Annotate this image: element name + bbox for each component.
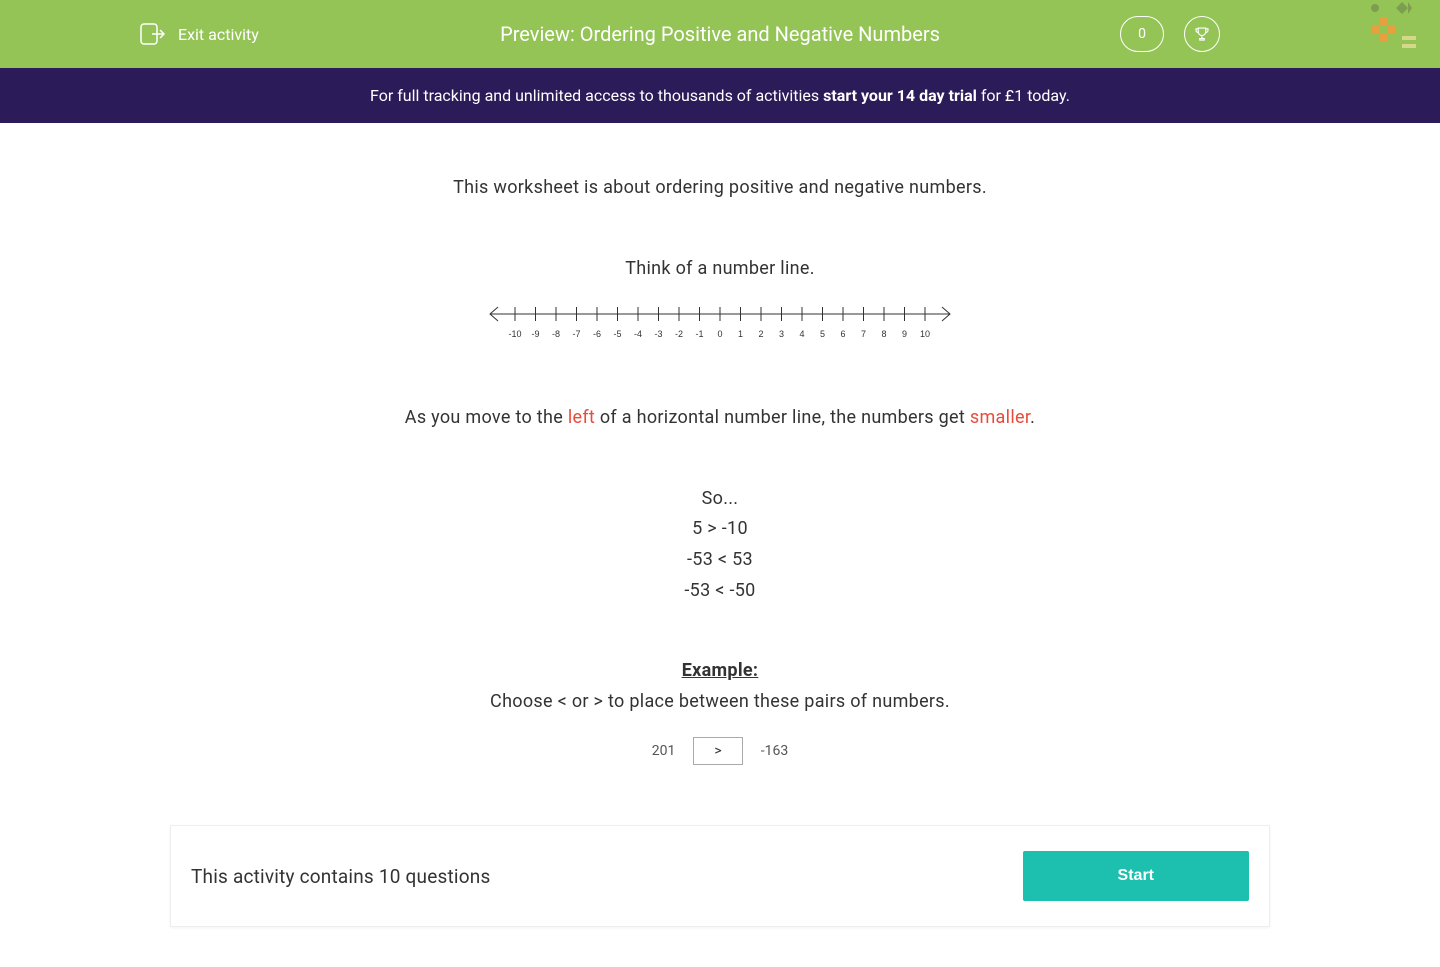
page-title: Preview: Ordering Positive and Negative … (500, 22, 940, 46)
example-2: -53 < 53 (240, 545, 1200, 576)
banner-bold: start your 14 day trial (823, 86, 977, 105)
exit-activity-button[interactable]: Exit activity (140, 23, 259, 45)
trophy-button[interactable] (1184, 16, 1220, 52)
think-text: Think of a number line. (240, 254, 1200, 285)
intro-text: This worksheet is about ordering positiv… (240, 173, 1200, 204)
example-3: -53 < -50 (240, 576, 1200, 607)
rule-middle: of a horizontal number line, the numbers… (595, 407, 970, 428)
svg-text:-5: -5 (613, 329, 621, 339)
exit-icon (140, 23, 166, 45)
comparison-right: -163 (761, 743, 788, 759)
main-content: This worksheet is about ordering positiv… (220, 123, 1220, 795)
header-right: 0 (1120, 16, 1220, 52)
svg-text:7: 7 (861, 329, 866, 339)
svg-text:5: 5 (820, 329, 825, 339)
svg-text:2: 2 (758, 329, 763, 339)
banner-suffix: for £1 today. (977, 86, 1070, 105)
svg-text:-8: -8 (552, 329, 560, 339)
svg-text:-9: -9 (531, 329, 539, 339)
svg-text:-1: -1 (695, 329, 703, 339)
trial-banner[interactable]: For full tracking and unlimited access t… (0, 68, 1440, 123)
comparison-left: 201 (652, 743, 676, 759)
examples-block: So... 5 > -10 -53 < 53 -53 < -50 (240, 484, 1200, 606)
svg-text:-10: -10 (508, 329, 521, 339)
svg-text:0: 0 (717, 329, 722, 339)
footer-text: This activity contains 10 questions (191, 865, 490, 888)
comparison-row: 201 > -163 (240, 737, 1200, 765)
svg-text:4: 4 (799, 329, 804, 339)
start-button[interactable]: Start (1023, 851, 1249, 901)
example-1: 5 > -10 (240, 514, 1200, 545)
svg-text:10: 10 (920, 329, 930, 339)
rule-text: As you move to the left of a horizontal … (240, 403, 1200, 434)
rule-smaller: smaller (970, 407, 1030, 428)
banner-prefix: For full tracking and unlimited access t… (370, 86, 823, 105)
number-line: -10-9-8-7-6-5-4-3-2-1012345678910 (480, 299, 960, 353)
comparison-symbol: > (693, 737, 742, 765)
svg-text:3: 3 (779, 329, 784, 339)
svg-text:8: 8 (881, 329, 886, 339)
exit-label: Exit activity (178, 25, 259, 44)
svg-text:-6: -6 (593, 329, 601, 339)
svg-text:-3: -3 (654, 329, 662, 339)
header: Exit activity Preview: Ordering Positive… (0, 0, 1440, 68)
footer-bar: This activity contains 10 questions Star… (170, 825, 1270, 927)
svg-text:-4: -4 (634, 329, 642, 339)
brand-logo-icon (1360, 0, 1420, 60)
so-text: So... (240, 484, 1200, 515)
example-instruction: Choose < or > to place between these pai… (240, 687, 1200, 718)
svg-text:6: 6 (840, 329, 845, 339)
svg-text:1: 1 (738, 329, 743, 339)
score-badge: 0 (1120, 16, 1164, 52)
example-heading: Example: (240, 656, 1200, 687)
svg-text:-2: -2 (675, 329, 683, 339)
svg-text:9: 9 (902, 329, 907, 339)
rule-prefix: As you move to the (405, 407, 568, 428)
rule-left: left (568, 407, 595, 428)
trophy-icon (1193, 25, 1211, 43)
rule-suffix: . (1030, 407, 1035, 428)
svg-text:-7: -7 (572, 329, 580, 339)
